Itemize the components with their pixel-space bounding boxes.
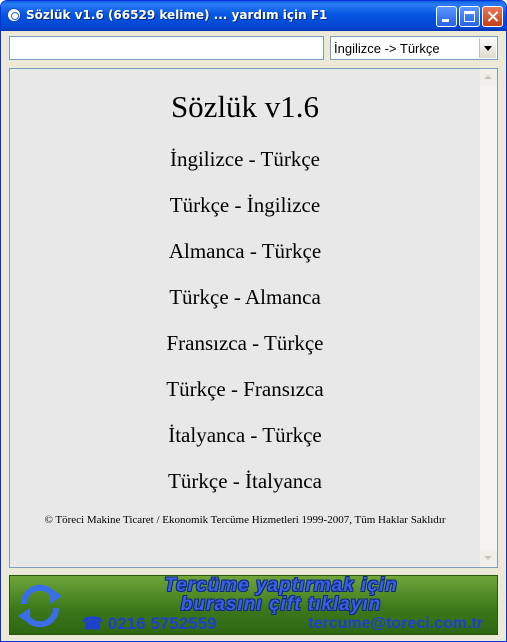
close-button[interactable] — [482, 6, 503, 27]
title-bar[interactable]: Sözlük v1.6 (66529 kelime) ... yardım iç… — [1, 1, 506, 31]
app-window: Sözlük v1.6 (66529 kelime) ... yardım iç… — [0, 0, 507, 642]
dictionary-link-tr-de[interactable]: Türkçe - Almanca — [10, 285, 480, 310]
vertical-scrollbar[interactable] — [480, 69, 497, 567]
scroll-up-icon[interactable] — [480, 69, 497, 86]
page-title: Sözlük v1.6 — [170, 89, 320, 124]
language-select[interactable]: İngilizce -> Türkçe — [330, 36, 498, 60]
app-icon[interactable] — [7, 8, 21, 22]
maximize-button[interactable] — [459, 6, 480, 27]
minimize-button[interactable] — [436, 6, 457, 27]
content-area: Sözlük v1.6 İngilizce - Türkçe Türkçe - … — [9, 68, 498, 568]
dictionary-link-it-tr[interactable]: İtalyanca - Türkçe — [10, 423, 480, 448]
dropdown-arrow-icon[interactable] — [479, 38, 496, 58]
content-body: Sözlük v1.6 İngilizce - Türkçe Türkçe - … — [10, 69, 480, 567]
banner-subline: burasını çift tıklayın — [180, 594, 382, 615]
banner-phone: ☎ 0216 5752559 — [82, 614, 217, 633]
refresh-arrows-icon — [18, 584, 62, 628]
dictionary-link-tr-fr[interactable]: Türkçe - Fransızca — [10, 377, 480, 402]
translation-service-banner[interactable]: Tercüme yaptırmak için burasını çift tık… — [9, 575, 498, 635]
language-select-value: İngilizce -> Türkçe — [334, 41, 440, 56]
banner-email: tercume@toreci.com.tr — [308, 615, 483, 632]
dictionary-link-tr-it[interactable]: Türkçe - İtalyanca — [10, 469, 480, 494]
dictionary-link-de-tr[interactable]: Almanca - Türkçe — [10, 239, 480, 264]
dictionary-link-tr-en[interactable]: Türkçe - İngilizce — [10, 193, 480, 218]
copyright-text: © Töreci Makine Ticaret / Ekonomik Tercü… — [44, 514, 446, 526]
dictionary-link-fr-tr[interactable]: Fransızca - Türkçe — [10, 331, 480, 356]
scroll-down-icon[interactable] — [480, 550, 497, 567]
window-title: Sözlük v1.6 (66529 kelime) ... yardım iç… — [26, 8, 328, 22]
dictionary-link-en-tr[interactable]: İngilizce - Türkçe — [10, 147, 480, 172]
search-input[interactable] — [9, 36, 324, 60]
banner-headline: Tercüme yaptırmak için — [164, 575, 398, 596]
